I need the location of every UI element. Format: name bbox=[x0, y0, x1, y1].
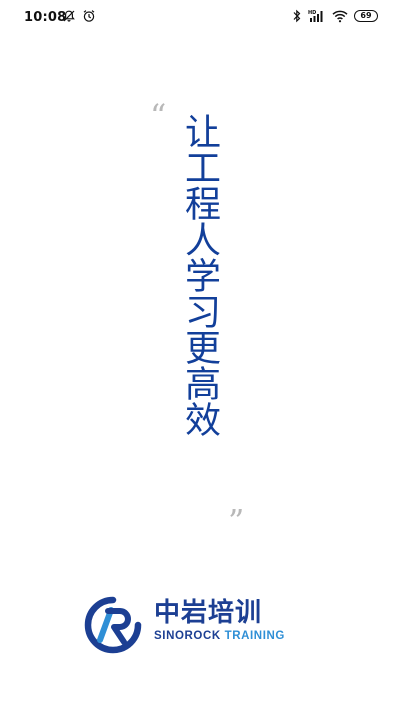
brand-logo: 中岩培训 SINOROCK TRAINING bbox=[84, 596, 314, 656]
hd-signal-icon: HD bbox=[308, 9, 326, 23]
wifi-icon bbox=[332, 9, 348, 23]
status-left-icons bbox=[62, 9, 96, 23]
status-time: 10:08 bbox=[24, 10, 67, 25]
svg-text:HD: HD bbox=[308, 10, 316, 16]
close-quote-mark: ” bbox=[228, 502, 245, 540]
slogan-text: 让工程人学习更高效 bbox=[179, 113, 220, 437]
status-right-icons: HD 69 bbox=[292, 9, 378, 23]
logo-chinese-name: 中岩培训 bbox=[154, 598, 263, 628]
open-quote-mark: “ bbox=[150, 97, 167, 135]
logo-english-part2: TRAINING bbox=[224, 630, 285, 642]
notifications-off-icon bbox=[62, 9, 76, 23]
logo-english-name: SINOROCK TRAINING bbox=[154, 630, 285, 642]
status-bar: 10:08 HD 69 bbox=[0, 0, 400, 36]
logo-english-part1: SINOROCK bbox=[154, 630, 221, 642]
alarm-icon bbox=[82, 9, 96, 23]
battery-icon: 69 bbox=[354, 10, 378, 22]
sinorock-logo-icon bbox=[84, 596, 142, 654]
bluetooth-icon bbox=[292, 9, 302, 23]
battery-level: 69 bbox=[360, 11, 372, 20]
